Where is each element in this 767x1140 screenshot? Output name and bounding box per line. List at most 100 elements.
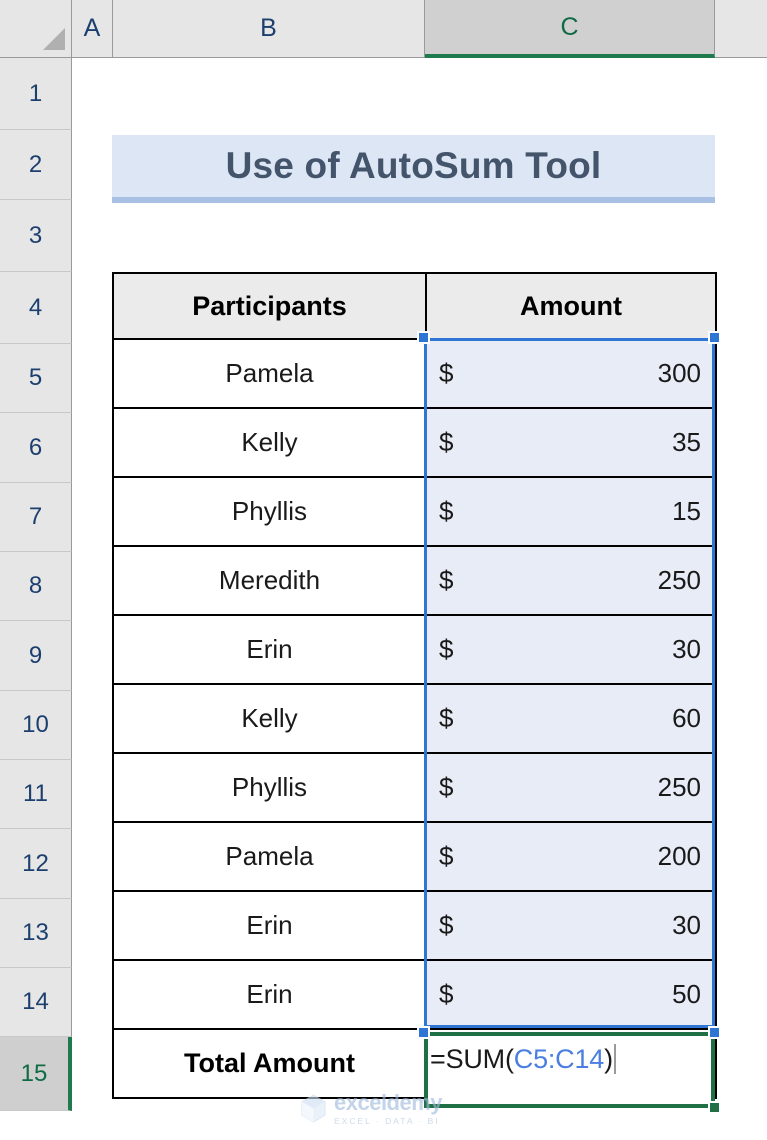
currency-symbol: $ — [439, 910, 454, 940]
formula-input-text[interactable]: =SUM(C5:C14) — [430, 1044, 616, 1075]
amount-value: 60 — [672, 703, 701, 733]
table-row: Kelly $60 — [112, 683, 717, 754]
column-header-empty — [715, 0, 767, 58]
row-header-label: 3 — [28, 221, 43, 249]
row-header-9[interactable]: 9 — [0, 621, 72, 691]
row-header-2[interactable]: 2 — [0, 130, 72, 200]
row-header-12[interactable]: 12 — [0, 829, 72, 899]
amount-value: 200 — [657, 841, 701, 871]
amount-value: 35 — [672, 427, 701, 457]
formula-handle-top-right[interactable] — [708, 1026, 721, 1039]
total-amount-label[interactable]: Total Amount — [112, 1028, 427, 1099]
table-row: Phyllis $15 — [112, 476, 717, 547]
column-header-a[interactable]: A — [72, 0, 113, 58]
table-row: Meredith $250 — [112, 545, 717, 616]
amount-cell[interactable]: $250 — [425, 545, 717, 616]
currency-symbol: $ — [439, 358, 454, 388]
row-header-label: 14 — [22, 988, 49, 1015]
row-header-5[interactable]: 5 — [0, 344, 72, 413]
formula-suffix: ) — [604, 1044, 613, 1074]
column-title-participants[interactable]: Participants — [112, 272, 427, 340]
row-header-6[interactable]: 6 — [0, 413, 72, 483]
amount-cell[interactable]: $60 — [425, 683, 717, 754]
participant-cell[interactable]: Kelly — [112, 407, 427, 478]
table-row: Phyllis $250 — [112, 752, 717, 823]
row-header-8[interactable]: 8 — [0, 552, 72, 621]
participant-cell[interactable]: Kelly — [112, 683, 427, 754]
amount-cell[interactable]: $30 — [425, 614, 717, 685]
amount-cell[interactable]: $250 — [425, 752, 717, 823]
currency-symbol: $ — [439, 427, 454, 457]
row-header-label: 15 — [20, 1059, 48, 1087]
formula-handle-top-left[interactable] — [417, 1026, 430, 1039]
table-header-row: Participants Amount — [112, 272, 717, 340]
row-header-14[interactable]: 14 — [0, 968, 72, 1037]
row-header-label: 13 — [22, 919, 49, 946]
select-all-corner[interactable] — [0, 0, 72, 58]
column-header-bar: A B C — [0, 0, 767, 58]
row-header-3[interactable]: 3 — [0, 200, 72, 272]
column-header-b[interactable]: B — [113, 0, 425, 58]
row-header-label: 6 — [28, 433, 43, 461]
title-banner-cell[interactable]: Use of AutoSum Tool — [112, 135, 715, 203]
row-header-4[interactable]: 4 — [0, 272, 72, 344]
amount-value: 15 — [672, 496, 701, 526]
spreadsheet-grid: A B C 1 2 3 4 5 6 7 8 9 10 11 12 13 14 15 Use of AutoS… — [0, 0, 767, 1140]
column-title-amount[interactable]: Amount — [425, 272, 717, 340]
row-header-label: 10 — [22, 711, 49, 738]
amount-cell[interactable]: $35 — [425, 407, 717, 478]
participant-cell[interactable]: Phyllis — [112, 476, 427, 547]
participant-cell[interactable]: Erin — [112, 890, 427, 961]
amount-cell[interactable]: $30 — [425, 890, 717, 961]
table-row: Pamela $300 — [112, 338, 717, 409]
row-header-10[interactable]: 10 — [0, 691, 72, 760]
currency-symbol: $ — [439, 703, 454, 733]
amount-value: 30 — [672, 634, 701, 664]
row-header-label: 5 — [28, 364, 43, 391]
table-row: Erin $30 — [112, 614, 717, 685]
row-header-label: 9 — [28, 641, 43, 669]
currency-symbol: $ — [439, 634, 454, 664]
participant-cell[interactable]: Erin — [112, 959, 427, 1030]
formula-prefix: =SUM( — [430, 1044, 514, 1074]
participant-cell[interactable]: Erin — [112, 614, 427, 685]
page-title: Use of AutoSum Tool — [225, 145, 602, 186]
row-header-label: 8 — [28, 572, 43, 599]
row-header-gutter: 1 2 3 4 5 6 7 8 9 10 11 12 13 14 15 — [0, 58, 72, 1140]
row-header-1[interactable]: 1 — [0, 58, 72, 130]
row-header-label: 4 — [28, 293, 43, 321]
table-row: Erin $30 — [112, 890, 717, 961]
currency-symbol: $ — [439, 565, 454, 595]
row-header-label: 2 — [28, 150, 43, 178]
row-header-13[interactable]: 13 — [0, 899, 72, 968]
row-header-11[interactable]: 11 — [0, 760, 72, 829]
participant-cell[interactable]: Pamela — [112, 821, 427, 892]
participant-cell[interactable]: Phyllis — [112, 752, 427, 823]
currency-symbol: $ — [439, 841, 454, 871]
currency-symbol: $ — [439, 496, 454, 526]
row-header-7[interactable]: 7 — [0, 483, 72, 552]
currency-symbol: $ — [439, 772, 454, 802]
amount-value: 300 — [657, 358, 701, 388]
formula-fill-handle[interactable] — [708, 1101, 721, 1114]
row-header-label: 12 — [22, 849, 49, 877]
worksheet-canvas[interactable]: Use of AutoSum Tool Participants Amount Pa… — [72, 58, 767, 1140]
row-header-label: 7 — [28, 503, 43, 530]
row-header-15[interactable]: 15 — [0, 1037, 72, 1111]
column-header-c[interactable]: C — [425, 0, 715, 58]
row-header-label: 11 — [23, 780, 48, 807]
participant-cell[interactable]: Pamela — [112, 338, 427, 409]
row-header-label: 1 — [28, 79, 43, 107]
amount-cell[interactable]: $300 — [425, 338, 717, 409]
selection-handle-top-right[interactable] — [708, 331, 721, 344]
amount-value: 30 — [672, 910, 701, 940]
amount-cell[interactable]: $15 — [425, 476, 717, 547]
amount-value: 50 — [672, 979, 701, 1009]
amount-value: 250 — [657, 565, 701, 595]
participant-cell[interactable]: Meredith — [112, 545, 427, 616]
currency-symbol: $ — [439, 979, 454, 1009]
table-row: Erin $50 — [112, 959, 717, 1030]
selection-handle-top-left[interactable] — [417, 331, 430, 344]
amount-cell[interactable]: $200 — [425, 821, 717, 892]
amount-cell[interactable]: $50 — [425, 959, 717, 1030]
